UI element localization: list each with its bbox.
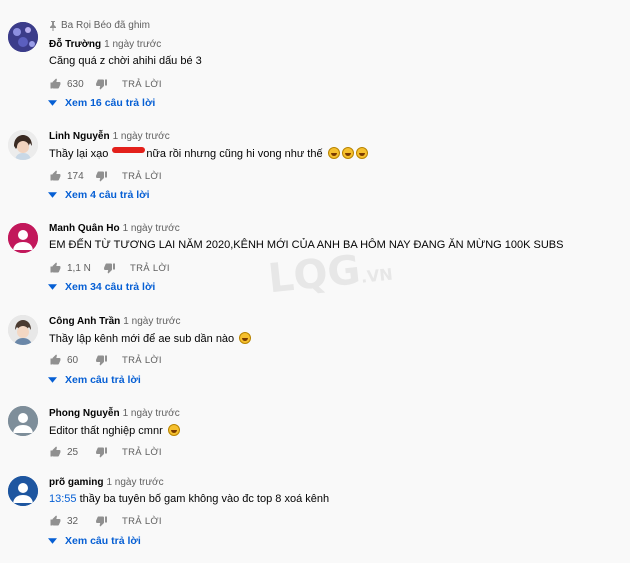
like-count: 174 bbox=[67, 170, 84, 182]
view-replies-button[interactable]: Xem 16 câu trả lời bbox=[48, 97, 155, 109]
comment-actions: 1,1 N TRẢ LỜI bbox=[49, 262, 170, 274]
comment-time[interactable]: 1 ngày trước bbox=[106, 477, 163, 488]
comment-time[interactable]: 1 ngày trước bbox=[123, 408, 180, 419]
author-name[interactable]: prõ gaming bbox=[49, 477, 103, 488]
laughing-emoji-icon bbox=[355, 147, 368, 159]
comment-time[interactable]: 1 ngày trước bbox=[123, 223, 180, 234]
comment-header: Phong Nguyễn 1 ngày trước bbox=[49, 408, 180, 419]
thumb-down-icon[interactable] bbox=[95, 446, 108, 458]
chevron-down-icon bbox=[48, 100, 57, 106]
reply-button[interactable]: TRẢ LỜI bbox=[130, 263, 170, 274]
comment-header: Linh Nguyễn 1 ngày trước bbox=[49, 131, 170, 142]
comment-time[interactable]: 1 ngày trước bbox=[113, 131, 170, 142]
comment-text: Editor thất nghiệp cmnr bbox=[49, 424, 180, 437]
like-count: 1,1 N bbox=[67, 262, 91, 274]
like-count: 60 bbox=[67, 354, 79, 366]
thumb-up-icon[interactable] bbox=[49, 78, 62, 90]
reply-button[interactable]: TRẢ LỜI bbox=[122, 171, 162, 182]
view-replies-button[interactable]: Xem câu trả lời bbox=[48, 535, 141, 547]
comment-header: Manh Quân Ho 1 ngày trước bbox=[49, 223, 180, 234]
avatar[interactable] bbox=[8, 223, 38, 253]
thumb-up-icon[interactable] bbox=[49, 262, 62, 274]
avatar[interactable] bbox=[8, 406, 38, 436]
thumb-down-icon[interactable] bbox=[95, 354, 108, 366]
comment-actions: 60 TRẢ LỜI bbox=[49, 354, 162, 366]
watermark-logo: LQG.VN bbox=[265, 246, 394, 303]
pinned-label: Ba Rọi Béo đã ghim bbox=[49, 20, 150, 31]
thumb-down-icon[interactable] bbox=[95, 78, 108, 90]
view-replies-button[interactable]: Xem 4 câu trả lời bbox=[48, 189, 150, 201]
laughing-emoji-icon bbox=[167, 424, 180, 436]
thumb-up-icon[interactable] bbox=[49, 354, 62, 366]
like-count: 32 bbox=[67, 515, 79, 527]
thumb-up-icon[interactable] bbox=[49, 446, 62, 458]
reply-button[interactable]: TRẢ LỜI bbox=[122, 447, 162, 458]
thumb-down-icon[interactable] bbox=[103, 262, 116, 274]
avatar[interactable] bbox=[8, 130, 38, 160]
laughing-emoji-icon bbox=[239, 332, 252, 344]
thumb-up-icon[interactable] bbox=[49, 170, 62, 182]
avatar[interactable] bbox=[8, 476, 38, 506]
comment-header: Đỗ Trường 1 ngày trước bbox=[49, 39, 161, 50]
author-name[interactable]: Phong Nguyễn bbox=[49, 408, 120, 419]
view-replies-button[interactable]: Xem câu trả lời bbox=[48, 374, 141, 386]
reply-button[interactable]: TRẢ LỜI bbox=[122, 79, 162, 90]
laughing-emoji-icon bbox=[341, 147, 354, 159]
comment-actions: 174 TRẢ LỜI bbox=[49, 170, 162, 182]
comment-text: Căng quá z chời ahihi dấu bé 3 bbox=[49, 55, 202, 67]
like-count: 25 bbox=[67, 446, 79, 458]
comment-text: Thầy lại xạo nữa rồi nhưng cũng hi vong … bbox=[49, 147, 368, 160]
comment-text: 13:55 thầy ba tuyên bố gam không vào đc … bbox=[49, 493, 330, 505]
laughing-emoji-icon bbox=[327, 147, 340, 159]
thumb-down-icon[interactable] bbox=[95, 170, 108, 182]
author-name[interactable]: Linh Nguyễn bbox=[49, 131, 110, 142]
chevron-down-icon bbox=[48, 284, 57, 290]
author-name[interactable]: Đỗ Trường bbox=[49, 39, 101, 50]
timestamp-link[interactable]: 13:55 bbox=[49, 493, 77, 505]
comment-header: Công Anh Trần 1 ngày trước bbox=[49, 316, 180, 327]
comment-actions: 32 TRẢ LỜI bbox=[49, 515, 162, 527]
reply-button[interactable]: TRẢ LỜI bbox=[122, 516, 162, 527]
comment-text: EM ĐẾN TỪ TƯƠNG LAI NĂM 2020,KÊNH MỚI CỦ… bbox=[49, 239, 564, 251]
view-replies-button[interactable]: Xem 34 câu trả lời bbox=[48, 281, 155, 293]
chevron-down-icon bbox=[48, 377, 57, 383]
redaction-mark bbox=[112, 147, 146, 153]
comment-time[interactable]: 1 ngày trước bbox=[123, 316, 180, 327]
comment-header: prõ gaming 1 ngày trước bbox=[49, 477, 164, 488]
avatar[interactable] bbox=[8, 22, 38, 52]
like-count: 630 bbox=[67, 78, 84, 90]
comment-actions: 25 TRẢ LỜI bbox=[49, 446, 162, 458]
author-name[interactable]: Công Anh Trần bbox=[49, 316, 120, 327]
chevron-down-icon bbox=[48, 192, 57, 198]
thumb-down-icon[interactable] bbox=[95, 515, 108, 527]
avatar[interactable] bbox=[8, 315, 38, 345]
reply-button[interactable]: TRẢ LỜI bbox=[122, 355, 162, 366]
thumb-up-icon[interactable] bbox=[49, 515, 62, 527]
author-name[interactable]: Manh Quân Ho bbox=[49, 223, 120, 234]
comment-actions: 630 TRẢ LỜI bbox=[49, 78, 162, 90]
comment-text: Thầy lập kênh mới để ae sub dần nào bbox=[49, 332, 252, 345]
pin-icon bbox=[50, 20, 56, 31]
chevron-down-icon bbox=[48, 538, 57, 544]
comment-time[interactable]: 1 ngày trước bbox=[104, 39, 161, 50]
